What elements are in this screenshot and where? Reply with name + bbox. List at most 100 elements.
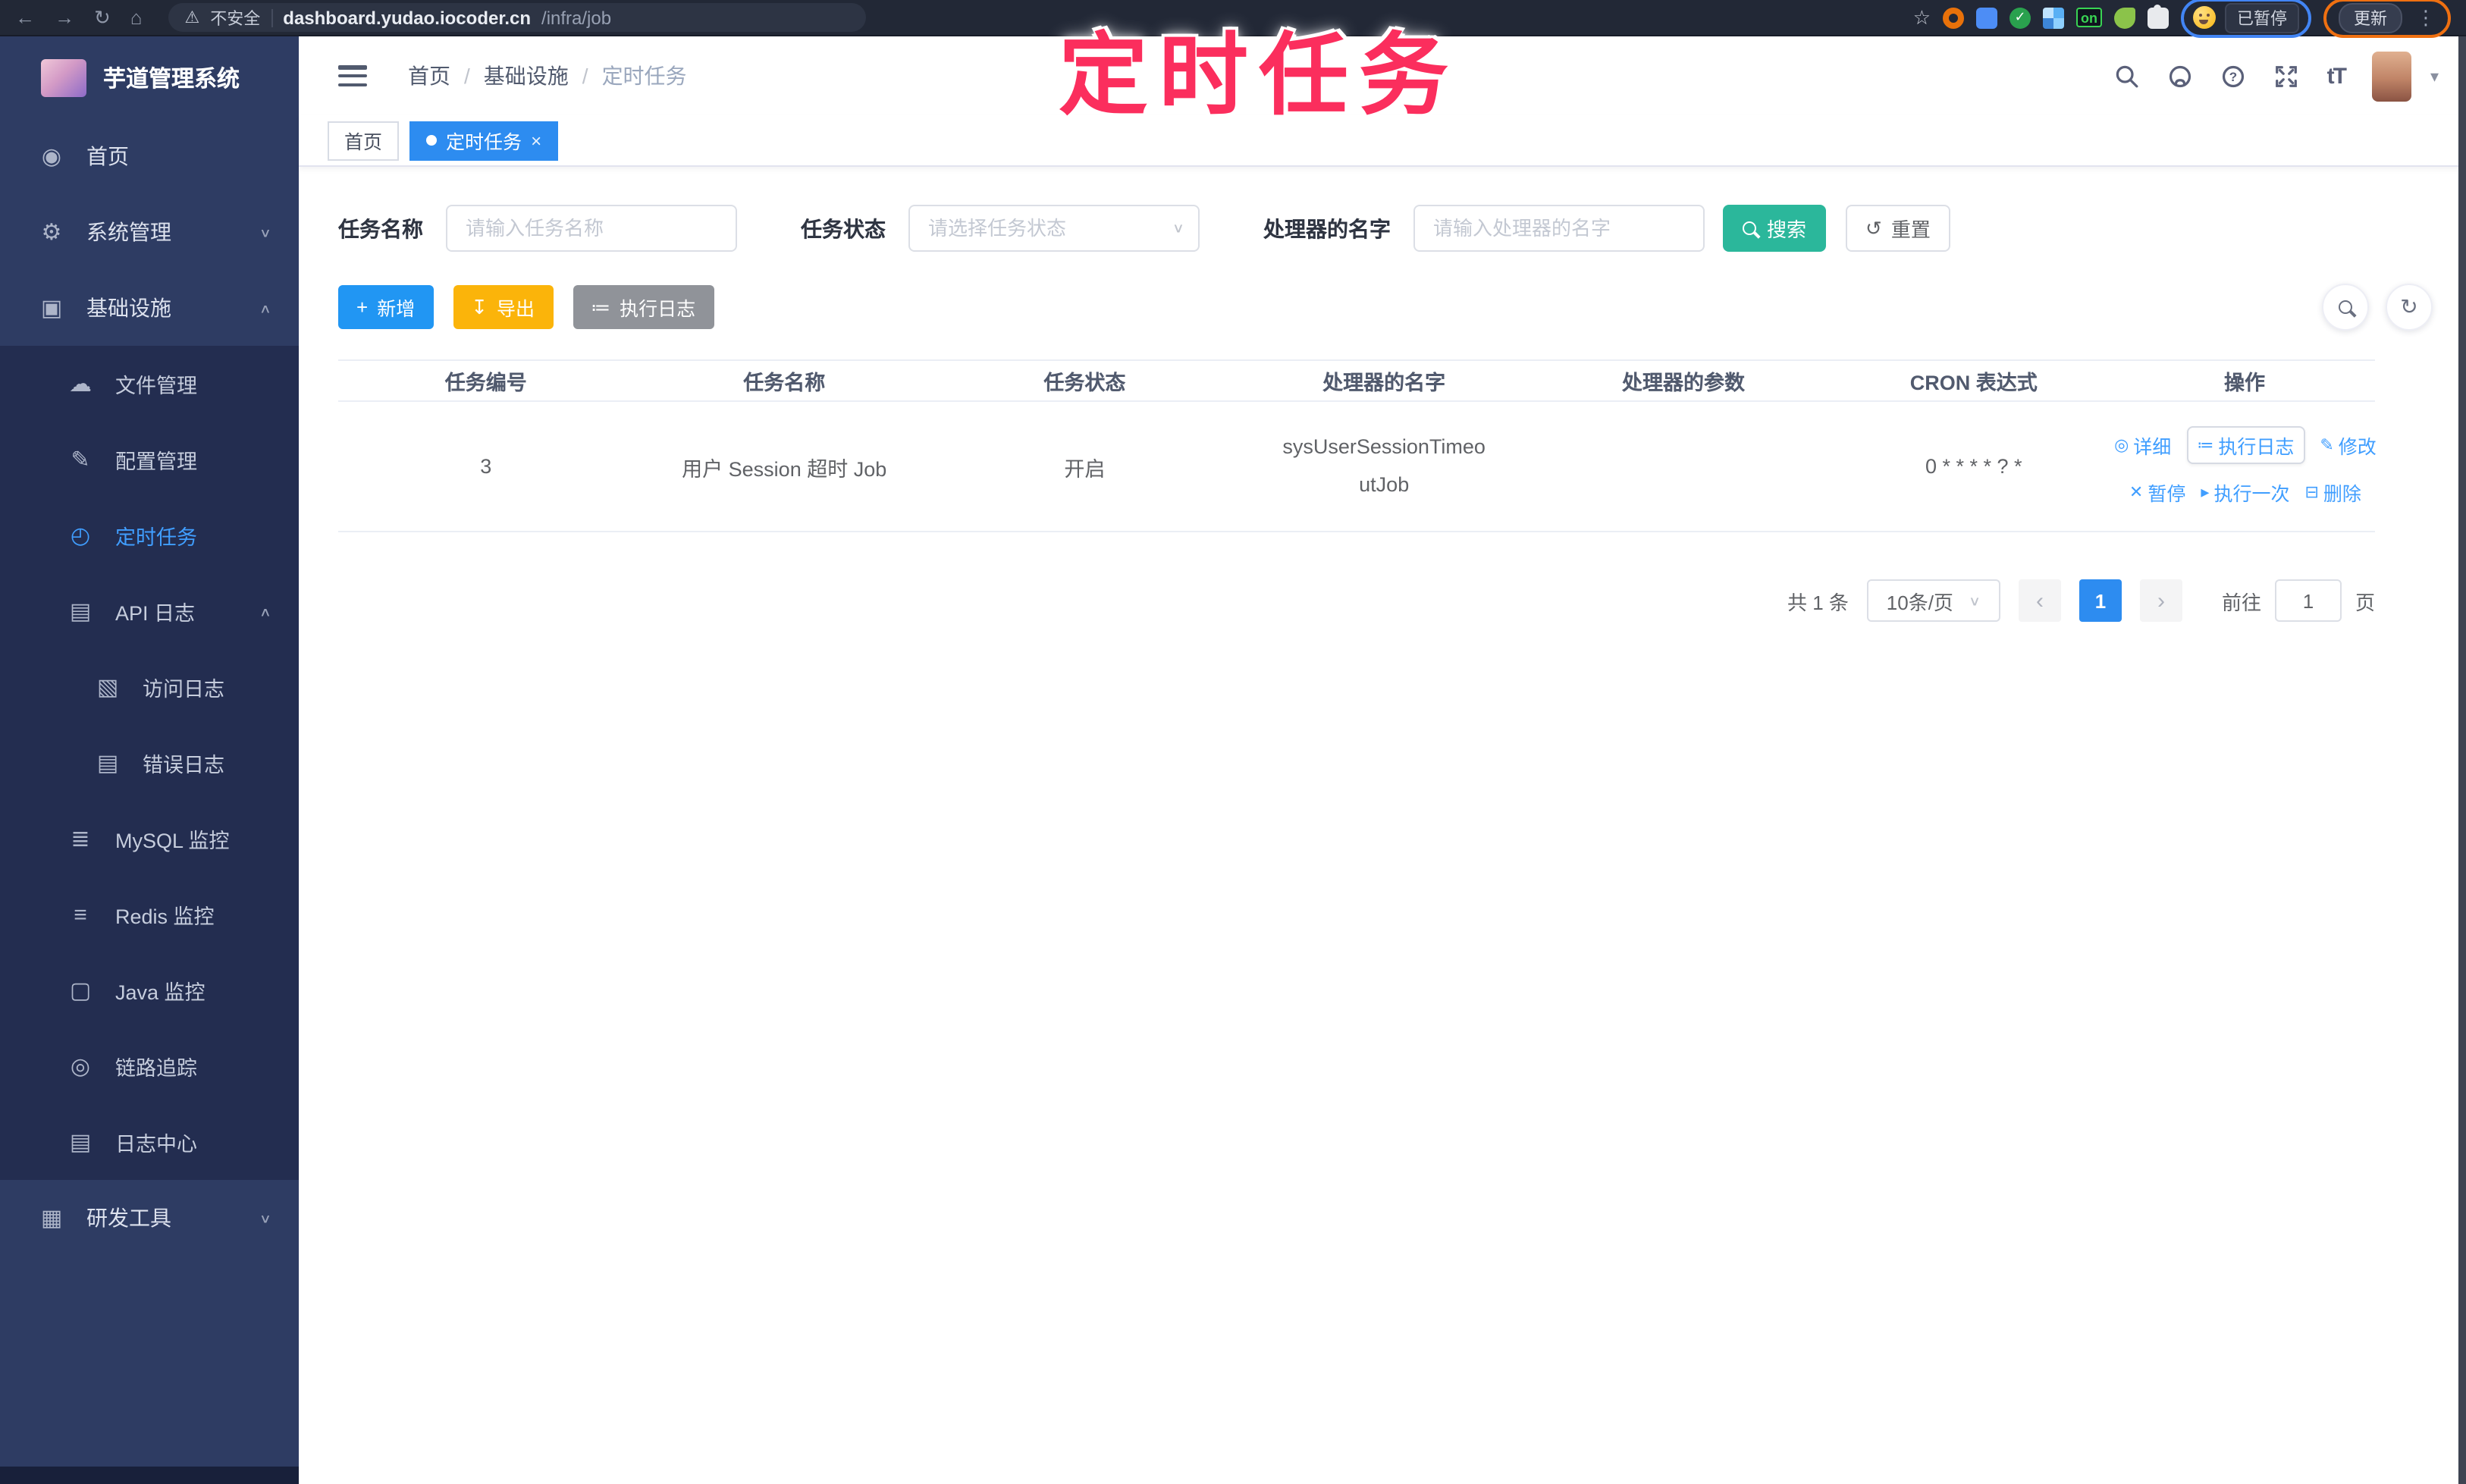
bookmark-star-icon[interactable]: ☆ — [1913, 5, 1931, 30]
reset-button[interactable]: ↺ 重置 — [1846, 205, 1950, 252]
pause-link[interactable]: ✕ 暂停 — [2129, 478, 2185, 507]
extension-shield-icon[interactable]: ✓ — [2010, 7, 2031, 28]
log-center-icon: ▤ — [69, 1130, 92, 1156]
job-status-select[interactable] — [908, 205, 1200, 252]
goto-page-input[interactable] — [2274, 579, 2342, 622]
delete-link[interactable]: ⊟ 删除 — [2304, 478, 2361, 507]
not-secure-warning-icon: ⚠ — [184, 9, 200, 27]
sidebar-item-error-log[interactable]: ▤ 错误日志 — [0, 725, 299, 801]
github-icon[interactable] — [2168, 63, 2194, 89]
sidebar-item-log-center[interactable]: ▤ 日志中心 — [0, 1104, 299, 1180]
screen: ← → ↻ ⌂ ⚠ 不安全 dashboard.yudao.iocoder.cn… — [0, 0, 2466, 1484]
sidebar-item-java-monitor[interactable]: ▢ Java 监控 — [0, 952, 299, 1028]
col-actions: 操作 — [2224, 372, 2266, 394]
sidebar-item-home[interactable]: ◉ 首页 — [0, 118, 299, 194]
sidebar-item-label: 文件管理 — [115, 375, 197, 397]
add-button[interactable]: + 新增 — [338, 285, 434, 329]
sidebar-item-scheduled-jobs[interactable]: ◴ 定时任务 — [0, 497, 299, 573]
sidebar-item-label: 定时任务 — [115, 526, 197, 549]
user-avatar[interactable] — [2372, 51, 2412, 101]
app-shell: 芋道管理系统 ◉ 首页 ⚙ 系统管理 ∨ ▣ 基础设施 ∧ ☁ 文件管理 ✎ 配… — [0, 36, 2466, 1484]
sidebar-logo-row[interactable]: 芋道管理系统 — [0, 36, 299, 118]
search-icon — [2339, 300, 2352, 314]
search-icon[interactable] — [2115, 63, 2141, 89]
extension-blue-icon[interactable] — [1976, 7, 1997, 28]
header-actions: ? tT ▾ — [2115, 51, 2439, 101]
redis-monitor-icon: ≡ — [74, 902, 87, 927]
current-page-button[interactable]: 1 — [2079, 579, 2122, 622]
browser-scrollbar[interactable] — [2458, 36, 2466, 1484]
sidebar-item-trace[interactable]: ◎ 链路追踪 — [0, 1028, 299, 1104]
sidebar-item-mysql-monitor[interactable]: ≣ MySQL 监控 — [0, 801, 299, 877]
handler-name-input[interactable] — [1413, 205, 1705, 252]
next-page-button[interactable]: › — [2139, 579, 2182, 622]
play-icon: ▸ — [2201, 484, 2210, 502]
edit-icon: ✎ — [71, 447, 90, 473]
plus-icon: + — [356, 296, 369, 318]
extension-orange-icon[interactable] — [1943, 7, 1964, 28]
jobs-table: 任务编号 任务名称 任务状态 处理器的名字 处理器的参数 CRON 表达式 操作… — [338, 359, 2377, 532]
exec-log-button[interactable]: ≔ 执行日志 — [573, 285, 714, 329]
sidebar-item-label: Java 监控 — [115, 981, 206, 1004]
extensions-puzzle-icon[interactable] — [2148, 4, 2169, 28]
emoji-extension-icon[interactable] — [2193, 6, 2216, 29]
sidebar-item-redis-monitor[interactable]: ≡ Redis 监控 — [0, 877, 299, 952]
toggle-search-button[interactable] — [2322, 284, 2369, 331]
export-button[interactable]: ↧ 导出 — [453, 285, 554, 329]
browser-home-icon[interactable]: ⌂ — [130, 8, 143, 27]
sidebar-item-file-manage[interactable]: ☁ 文件管理 — [0, 346, 299, 422]
sidebar-item-label: MySQL 监控 — [115, 830, 230, 852]
col-job-name: 任务名称 — [743, 372, 826, 394]
sidebar-item-infra[interactable]: ▣ 基础设施 ∧ — [0, 270, 299, 346]
col-job-status: 任务状态 — [1043, 372, 1126, 394]
tab-home[interactable]: 首页 — [328, 121, 400, 160]
close-icon[interactable]: × — [531, 130, 541, 151]
sidebar-item-label: 访问日志 — [143, 678, 224, 701]
exec-log-link[interactable]: ≔ 执行日志 — [2186, 426, 2305, 464]
paused-chip[interactable]: 已暂停 — [2225, 2, 2299, 33]
extension-grid-icon[interactable] — [2043, 7, 2064, 28]
sidebar-item-api-log[interactable]: ▤ API 日志 ∧ — [0, 573, 299, 649]
breadcrumb-home[interactable]: 首页 — [408, 61, 450, 91]
update-annotation-circle: 更新 ⋮ — [2323, 0, 2451, 37]
sidebar-item-system[interactable]: ⚙ 系统管理 ∨ — [0, 194, 299, 270]
refresh-button[interactable]: ↻ — [2386, 284, 2433, 331]
search-button[interactable]: 搜索 — [1723, 205, 1827, 252]
sidebar-item-config-manage[interactable]: ✎ 配置管理 — [0, 422, 299, 497]
total-count: 共 1 条 — [1787, 591, 1849, 613]
detail-link[interactable]: ◎ 详细 — [2114, 431, 2171, 460]
extension-on-badge[interactable]: on — [2076, 8, 2102, 27]
not-secure-label: 不安全 — [210, 10, 261, 28]
user-menu-caret-icon[interactable]: ▾ — [2430, 66, 2439, 86]
goto-label: 前往 — [2221, 591, 2261, 613]
fullscreen-icon[interactable] — [2274, 63, 2300, 89]
font-size-icon[interactable]: tT — [2327, 63, 2347, 89]
browser-reload-icon[interactable]: ↻ — [94, 8, 111, 27]
browser-menu-icon[interactable]: ⋮ — [2416, 5, 2436, 30]
breadcrumb-infra[interactable]: 基础设施 — [484, 61, 569, 91]
page-size-select[interactable]: 10条/页 ∨ — [1866, 579, 2000, 622]
edit-link[interactable]: ✎ 修改 — [2320, 431, 2376, 460]
cell-job-name: 用户 Session 超时 Job — [682, 457, 887, 480]
eye-icon: ◎ — [2114, 437, 2129, 455]
list-icon: ≔ — [2197, 437, 2214, 455]
table-toolbar: + 新增 ↧ 导出 ≔ 执行日志 ↻ — [338, 284, 2442, 331]
browser-forward-icon[interactable]: → — [55, 8, 74, 27]
update-button[interactable]: 更新 — [2339, 2, 2402, 33]
run-once-link[interactable]: ▸ 执行一次 — [2201, 478, 2289, 507]
tab-scheduled-jobs[interactable]: 定时任务 × — [409, 121, 559, 160]
col-handler-param: 处理器的参数 — [1622, 372, 1745, 394]
sidebar-item-access-log[interactable]: ▧ 访问日志 — [0, 649, 299, 725]
help-icon[interactable]: ? — [2221, 63, 2247, 89]
job-name-input[interactable] — [446, 205, 737, 252]
address-bar[interactable]: ⚠ 不安全 dashboard.yudao.iocoder.cn /infra/… — [168, 3, 866, 32]
extension-leaf-icon[interactable] — [2114, 7, 2135, 28]
sidebar-bottom-strip — [0, 1467, 299, 1484]
sidebar-collapse-icon[interactable] — [338, 65, 367, 86]
sidebar-item-label: API 日志 — [115, 602, 196, 625]
browser-back-icon[interactable]: ← — [15, 8, 35, 27]
cell-cron: 0 * * * * ? * — [1925, 455, 2022, 478]
sidebar-item-dev-tools[interactable]: ▦ 研发工具 ∨ — [0, 1180, 299, 1256]
tab-label: 首页 — [344, 132, 383, 153]
prev-page-button[interactable]: ‹ — [2018, 579, 2061, 622]
